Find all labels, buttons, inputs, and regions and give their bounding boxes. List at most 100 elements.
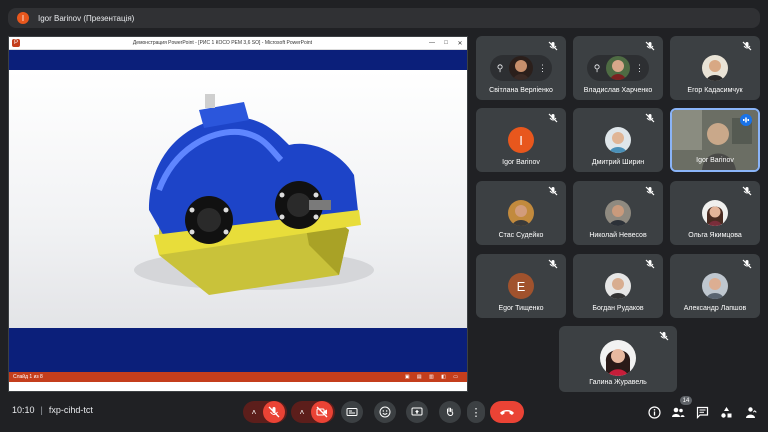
- chat-button[interactable]: [694, 404, 710, 420]
- participant-tile[interactable]: Александр Лапшов: [670, 254, 760, 318]
- participant-name: Ольга Якимцова: [688, 232, 742, 239]
- camera-off-icon: [316, 406, 328, 418]
- presenter-avatar: I: [17, 12, 29, 24]
- slide-counter: Слайд 1 из 8: [13, 374, 43, 380]
- view-icons: ▣ ▤ ▥ ◧ ▭: [404, 374, 461, 380]
- presenter-bar: I Igor Barinov (Презентація): [8, 8, 760, 28]
- mic-off-icon: [645, 41, 655, 51]
- participant-tile[interactable]: Николай Невесов: [573, 181, 663, 245]
- participant-tile[interactable]: ⚲ ⋮ Світлана Верліенко: [476, 36, 566, 100]
- participant-name: Egor Тищенко: [498, 305, 544, 312]
- participant-name: Дмитрий Ширин: [591, 159, 645, 166]
- meeting-details-button[interactable]: [646, 404, 662, 420]
- avatar: [605, 200, 631, 226]
- captions-button[interactable]: [341, 401, 363, 423]
- mic-off-icon: [742, 186, 752, 196]
- speaking-indicator-icon: [740, 114, 752, 126]
- slide: Слайд 1 из 8 ▣ ▤ ▥ ◧ ▭: [9, 50, 467, 382]
- meeting-code: fxp-cihd-tct: [48, 405, 93, 415]
- shared-screen: P Демонстрация PowerPoint - [РИС 1 КОСО …: [8, 36, 468, 392]
- avatar: [605, 273, 631, 299]
- emoji-icon: [379, 406, 391, 418]
- gearbox-image: [134, 94, 374, 295]
- avatar: [702, 200, 728, 226]
- chat-icon: [696, 406, 708, 419]
- participant-name: Igor Barinov: [696, 157, 734, 164]
- powerpoint-titlebar: P Демонстрация PowerPoint - [РИС 1 КОСО …: [9, 37, 467, 50]
- people-icon: [672, 407, 685, 417]
- participant-name: Стас Судейко: [498, 232, 544, 239]
- more-vert-icon: ⋮: [470, 406, 482, 419]
- participant-name: Александр Лапшов: [683, 305, 747, 312]
- avatar: [702, 273, 728, 299]
- participant-tile[interactable]: Богдан Рудаков: [573, 254, 663, 318]
- pin-icon[interactable]: ⚲: [496, 63, 504, 74]
- powerpoint-icon: P: [12, 39, 20, 47]
- participant-tile[interactable]: ⚲ ⋮ Владислав Харченко: [573, 36, 663, 100]
- mic-off-icon: [548, 113, 558, 123]
- present-screen-icon: [411, 407, 423, 416]
- activities-button[interactable]: [718, 404, 734, 420]
- captions-icon: [346, 408, 358, 416]
- mic-off-icon: [645, 259, 655, 269]
- slide-image-area: [9, 70, 467, 328]
- minimize-button: —: [429, 40, 435, 46]
- mic-off-icon: [659, 331, 669, 341]
- host-controls-icon: [745, 406, 757, 418]
- participant-tile[interactable]: Ольга Якимцова: [670, 181, 760, 245]
- leave-call-button[interactable]: [490, 401, 524, 423]
- activities-icon: [720, 406, 731, 418]
- avatar: E: [508, 273, 534, 299]
- camera-options-chevron-icon[interactable]: ˄: [293, 408, 311, 417]
- participant-tile[interactable]: Стас Судейко: [476, 181, 566, 245]
- people-button[interactable]: [670, 404, 686, 420]
- raise-hand-button[interactable]: [439, 401, 461, 423]
- participant-tile[interactable]: Егор Кадасимчук: [670, 36, 760, 100]
- pin-controls[interactable]: ⚲ ⋮: [490, 55, 552, 81]
- mic-off-icon: [645, 113, 655, 123]
- avatar: [508, 200, 534, 226]
- host-controls-button[interactable]: [742, 404, 758, 420]
- participant-name: Світлана Верліенко: [489, 87, 553, 94]
- raise-hand-icon: [447, 407, 454, 416]
- camera-toggle-button[interactable]: [311, 401, 333, 423]
- mic-off-icon: [268, 406, 280, 418]
- participant-tile[interactable]: Дмитрий Ширин: [573, 108, 663, 172]
- mic-off-icon: [548, 259, 558, 269]
- mic-options-chevron-icon[interactable]: ˄: [245, 408, 263, 417]
- mic-off-icon: [548, 186, 558, 196]
- participant-name: Владислав Харченко: [583, 87, 653, 94]
- mic-off-icon: [742, 41, 752, 51]
- participant-tile[interactable]: Галина Журавель: [559, 326, 677, 392]
- participant-tile[interactable]: E Egor Тищенко: [476, 254, 566, 318]
- separator: |: [40, 405, 43, 415]
- hang-up-icon: [500, 410, 514, 415]
- camera-control[interactable]: ˄: [291, 401, 335, 423]
- reactions-button[interactable]: [374, 401, 396, 423]
- avatar: I: [508, 127, 534, 153]
- avatar: [702, 55, 728, 81]
- mic-off-icon: [742, 259, 752, 269]
- participant-tile-speaking[interactable]: Igor Barinov: [670, 108, 760, 172]
- participant-name: Галина Журавель: [589, 379, 647, 386]
- mic-toggle-button[interactable]: [263, 401, 285, 423]
- participant-tile[interactable]: I Igor Barinov: [476, 108, 566, 172]
- current-time: 10:10: [12, 405, 35, 415]
- more-options-button[interactable]: ⋮: [467, 401, 485, 423]
- more-icon[interactable]: ⋮: [538, 63, 547, 74]
- pin-controls[interactable]: ⚲ ⋮: [587, 55, 649, 81]
- avatar: [605, 127, 631, 153]
- avatar: [606, 56, 630, 80]
- present-button[interactable]: [406, 401, 428, 423]
- presenter-title: Igor Barinov (Презентація): [38, 13, 135, 23]
- mic-off-icon: [645, 186, 655, 196]
- avatar: [509, 56, 533, 80]
- participant-name: Igor Barinov: [502, 159, 540, 166]
- pin-icon[interactable]: ⚲: [593, 63, 601, 74]
- participant-name: Егор Кадасимчук: [687, 87, 743, 94]
- maximize-button: □: [444, 40, 448, 46]
- more-icon[interactable]: ⋮: [635, 63, 644, 74]
- participant-name: Николай Невесов: [589, 232, 647, 239]
- mic-control[interactable]: ˄: [243, 401, 287, 423]
- participant-name: Богдан Рудаков: [592, 305, 644, 312]
